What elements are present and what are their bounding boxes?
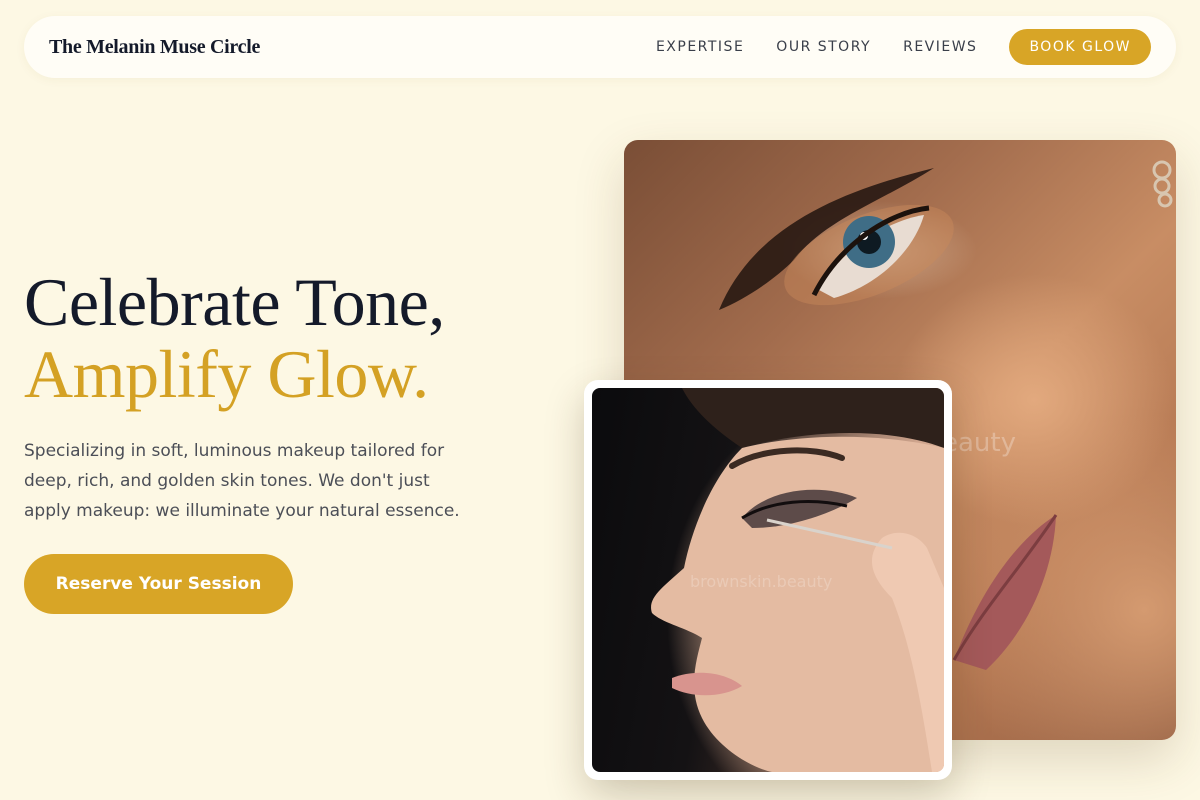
brand-logo[interactable]: The Melanin Muse Circle bbox=[49, 36, 260, 59]
main-photo-watermark: eauty bbox=[942, 428, 1016, 458]
hero-photo-lash-application: brownskin.beauty bbox=[584, 380, 952, 780]
inset-photo-watermark: brownskin.beauty bbox=[690, 572, 833, 591]
nav-link-our-story[interactable]: OUR STORY bbox=[776, 39, 871, 55]
top-navbar: The Melanin Muse Circle EXPERTISE OUR ST… bbox=[24, 16, 1176, 78]
inset-photo-frame: brownskin.beauty bbox=[592, 388, 944, 772]
nav-links: EXPERTISE OUR STORY REVIEWS bbox=[656, 39, 978, 55]
hero-headline: Celebrate Tone, Amplify Glow. bbox=[24, 266, 445, 410]
headline-line-1: Celebrate Tone, bbox=[24, 264, 445, 340]
nav-link-reviews[interactable]: REVIEWS bbox=[903, 39, 977, 55]
reserve-session-button[interactable]: Reserve Your Session bbox=[24, 554, 293, 614]
book-glow-button[interactable]: BOOK GLOW bbox=[1009, 29, 1151, 65]
headline-line-2: Amplify Glow. bbox=[24, 336, 429, 412]
hero-description: Specializing in soft, luminous makeup ta… bbox=[24, 441, 460, 521]
nav-link-expertise[interactable]: EXPERTISE bbox=[656, 39, 744, 55]
